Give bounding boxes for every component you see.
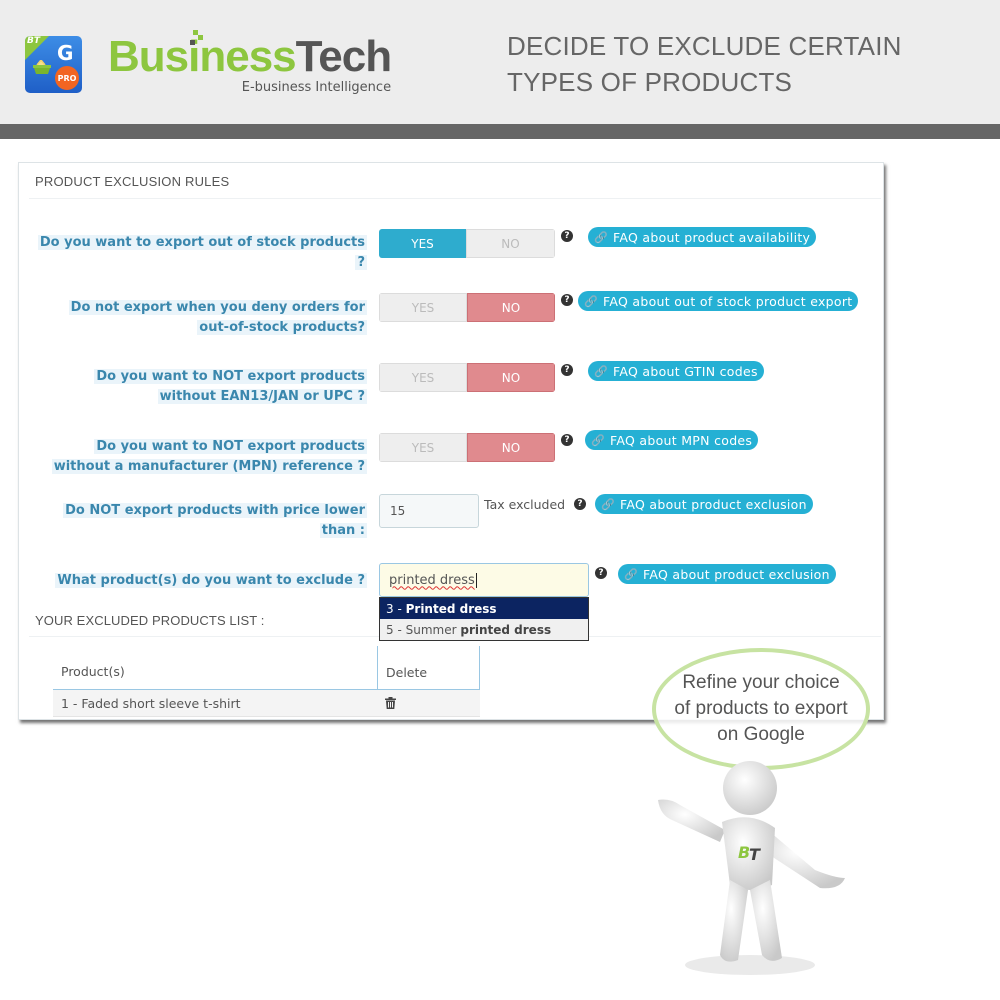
tax-excluded-label: Tax excluded bbox=[484, 497, 566, 512]
column-header-delete: Delete bbox=[377, 646, 480, 690]
faq-gtin-codes-link[interactable]: 🔗 FAQ about GTIN codes bbox=[588, 361, 764, 381]
basket-icon bbox=[33, 60, 51, 74]
panel-title: PRODUCT EXCLUSION RULES bbox=[35, 174, 230, 189]
toggle-gtin[interactable]: YES NO bbox=[379, 363, 555, 392]
speech-bubble: Refine your choice of products to export… bbox=[652, 648, 870, 770]
headline-line-2: TYPES OF PRODUCTS bbox=[507, 67, 793, 97]
rule-label-deny-orders: Do not export when you deny orders for o… bbox=[68, 300, 367, 335]
excluded-list-title: YOUR EXCLUDED PRODUCTS LIST : bbox=[35, 613, 265, 628]
faq-product-availability-link[interactable]: 🔗 FAQ about product availability bbox=[588, 227, 817, 247]
google-letter: G bbox=[57, 41, 74, 65]
toggle-yes-option[interactable]: YES bbox=[379, 433, 467, 462]
help-icon[interactable]: ? bbox=[561, 294, 573, 306]
link-icon: 🔗 bbox=[594, 364, 608, 378]
toggle-mpn[interactable]: YES NO bbox=[379, 433, 555, 462]
help-icon[interactable]: ? bbox=[561, 434, 573, 446]
link-icon: 🔗 bbox=[591, 433, 605, 447]
excluded-products-table: Product(s) Delete 1 - Faded short sleeve… bbox=[53, 646, 480, 717]
faq-product-exclusion-link[interactable]: 🔗 FAQ about product exclusion bbox=[595, 494, 813, 514]
logo-tech: Tech bbox=[295, 32, 392, 81]
toggle-out-of-stock[interactable]: YES NO bbox=[379, 229, 555, 258]
panel-divider bbox=[29, 198, 881, 199]
product-exclusion-panel: PRODUCT EXCLUSION RULES Do you want to e… bbox=[18, 162, 884, 720]
autocomplete-dropdown: 3 - Printed dress 5 - Summer printed dre… bbox=[379, 597, 589, 641]
link-icon: 🔗 bbox=[601, 497, 615, 511]
text-caret bbox=[475, 572, 477, 588]
link-icon: 🔗 bbox=[594, 230, 608, 244]
businesstech-logo: BusinessTech E-business Intelligence bbox=[108, 30, 392, 95]
rule-label-exclude-products: What product(s) do you want to exclude ? bbox=[55, 573, 367, 588]
table-header-row: Product(s) Delete bbox=[53, 646, 480, 690]
toggle-yes-option[interactable]: YES bbox=[379, 293, 467, 322]
suggestion-summer-printed-dress[interactable]: 5 - Summer printed dress bbox=[380, 619, 588, 640]
exclude-product-search-input[interactable]: printed dress bbox=[379, 563, 589, 597]
toggle-no-option[interactable]: NO bbox=[467, 433, 555, 462]
link-icon: 🔗 bbox=[584, 294, 598, 308]
toggle-no-option[interactable]: NO bbox=[467, 293, 555, 322]
toggle-yes-option[interactable]: YES bbox=[379, 363, 467, 392]
bt-corner-text: BT bbox=[27, 36, 40, 46]
header-divider-bar bbox=[0, 124, 1000, 139]
rule-label-out-of-stock: Do you want to export out of stock produ… bbox=[37, 235, 367, 270]
bubble-line-2: of products to export bbox=[674, 698, 848, 719]
excluded-product-name: 1 - Faded short sleeve t-shirt bbox=[61, 695, 241, 711]
rule-label-mpn: Do you want to NOT export products witho… bbox=[51, 439, 367, 474]
mascot-figure: B T bbox=[658, 761, 845, 975]
min-price-input[interactable] bbox=[379, 494, 479, 528]
trash-icon[interactable] bbox=[385, 697, 396, 709]
suggestion-printed-dress[interactable]: 3 - Printed dress bbox=[380, 598, 588, 619]
table-row: 1 - Faded short sleeve t-shirt bbox=[53, 690, 480, 717]
app-icon: BT G PRO bbox=[25, 36, 82, 93]
help-icon[interactable]: ? bbox=[595, 567, 607, 579]
toggle-yes-option[interactable]: YES bbox=[379, 229, 466, 258]
faq-product-exclusion-link-2[interactable]: 🔗 FAQ about product exclusion bbox=[618, 564, 836, 584]
toggle-no-option[interactable]: NO bbox=[466, 229, 555, 258]
pro-badge: PRO bbox=[55, 66, 79, 90]
toggle-no-option[interactable]: NO bbox=[467, 363, 555, 392]
mascot-shirt-logo-t: T bbox=[749, 845, 761, 864]
help-icon[interactable]: ? bbox=[574, 498, 586, 510]
page-header: BT G PRO BusinessTech E-business Intelli… bbox=[0, 0, 1000, 124]
help-icon[interactable]: ? bbox=[561, 230, 573, 242]
rule-label-min-price: Do NOT export products with price lower … bbox=[63, 503, 367, 538]
faq-out-of-stock-export-link[interactable]: 🔗 FAQ about out of stock product export bbox=[578, 291, 859, 311]
headline: DECIDE TO EXCLUDE CERTAIN TYPES OF PRODU… bbox=[507, 28, 902, 100]
headline-line-1: DECIDE TO EXCLUDE CERTAIN bbox=[507, 31, 902, 61]
link-icon: 🔗 bbox=[624, 567, 638, 581]
help-icon[interactable]: ? bbox=[561, 364, 573, 376]
logo-tagline: E-business Intelligence bbox=[241, 80, 392, 95]
toggle-deny-orders[interactable]: YES NO bbox=[379, 293, 555, 322]
bubble-line-1: Refine your choice bbox=[682, 672, 840, 693]
search-input-value: printed dress bbox=[389, 572, 475, 588]
column-header-product: Product(s) bbox=[61, 664, 125, 679]
bubble-line-3: on Google bbox=[717, 724, 805, 745]
faq-mpn-codes-link[interactable]: 🔗 FAQ about MPN codes bbox=[585, 430, 759, 450]
rule-label-gtin: Do you want to NOT export products witho… bbox=[94, 369, 367, 404]
